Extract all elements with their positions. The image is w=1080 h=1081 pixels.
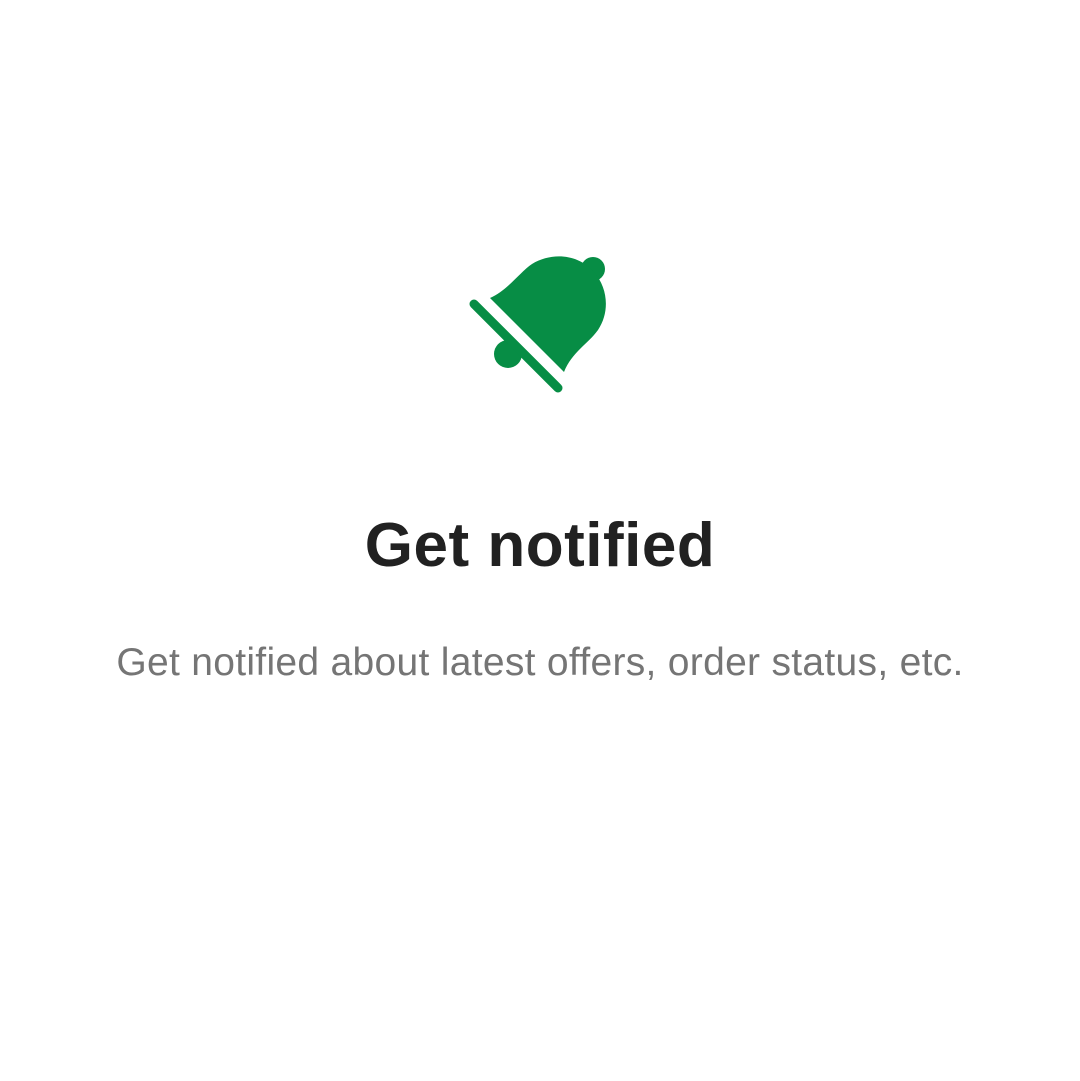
bell-off-icon xyxy=(460,250,620,410)
page-description: Get notified about latest offers, order … xyxy=(116,641,964,684)
page-title: Get notified xyxy=(364,511,716,580)
onboarding-screen: Get notified Get notified about latest o… xyxy=(0,0,1080,1081)
